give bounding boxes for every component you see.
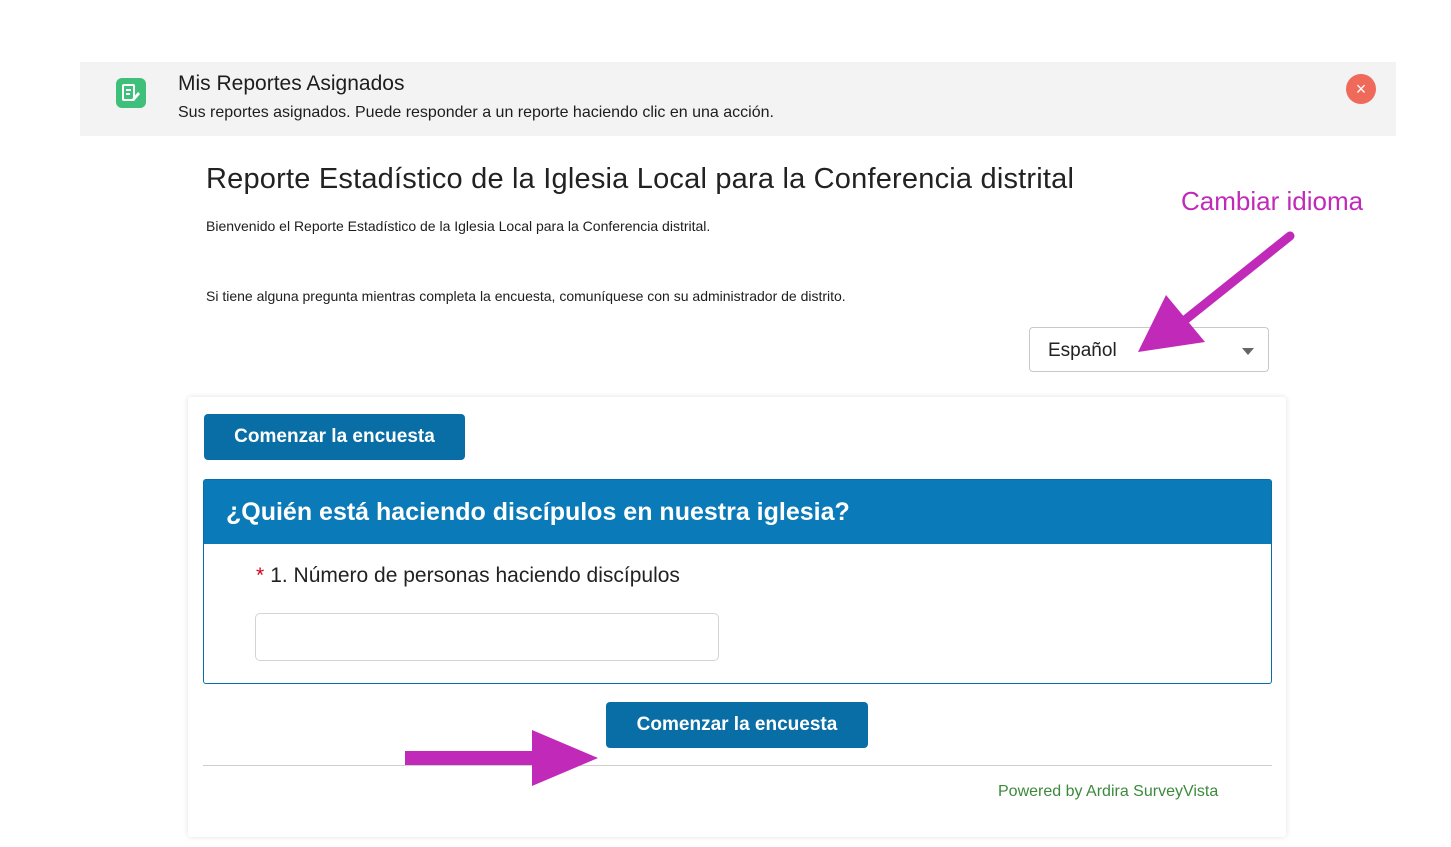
arrow-to-start-button-icon xyxy=(405,730,598,786)
annotation-arrows xyxy=(405,231,1295,786)
arrow-to-language-select-icon xyxy=(1138,231,1295,352)
